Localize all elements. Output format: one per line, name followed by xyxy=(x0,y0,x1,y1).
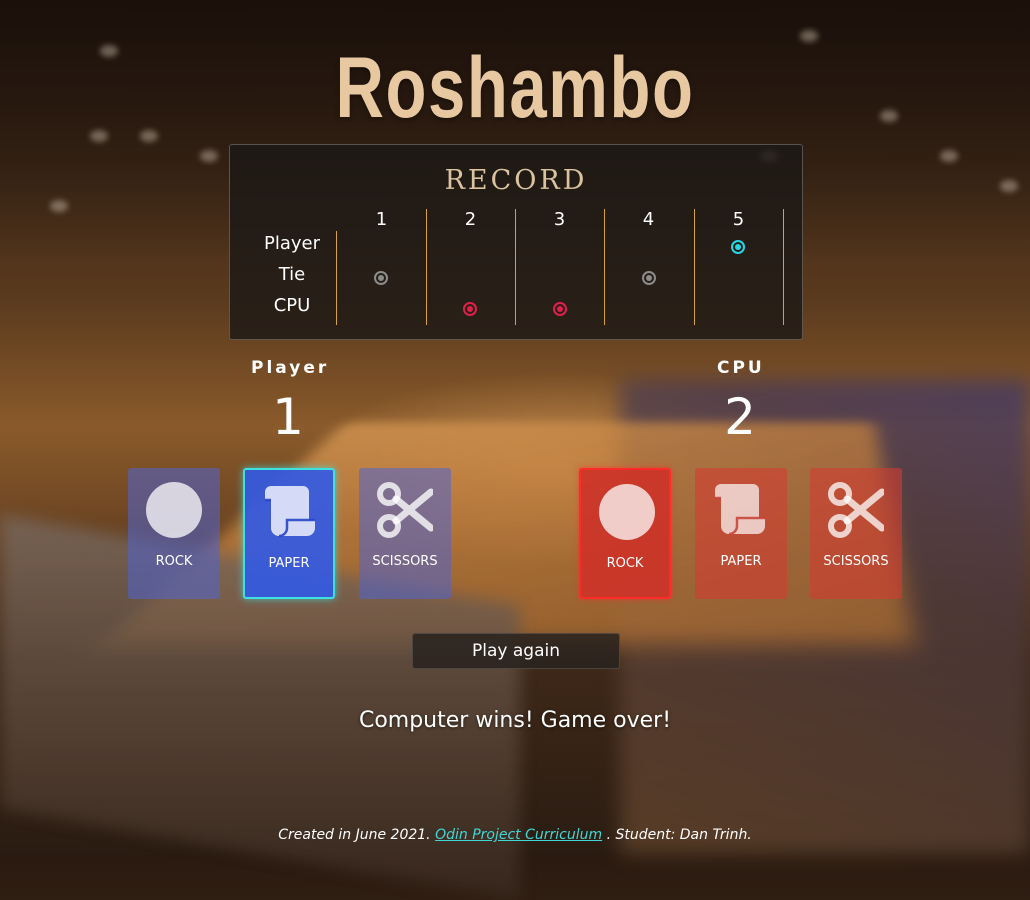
card-label: PAPER xyxy=(268,556,310,571)
odin-project-link[interactable]: Odin Project Curriculum xyxy=(435,827,602,843)
card-label: ROCK xyxy=(155,554,193,569)
row-label-cpu: CPU xyxy=(273,295,311,316)
cpu-paper-card: PAPER xyxy=(695,468,787,599)
round-5-header: 5 xyxy=(732,209,745,230)
round-3-cpu-marker xyxy=(553,302,567,316)
record-heading: RECORD xyxy=(444,165,588,196)
cpu-scissors-card: SCISSORS xyxy=(810,468,902,599)
round-3-header: 3 xyxy=(553,209,566,230)
player-paper-button[interactable]: PAPER xyxy=(243,468,335,599)
card-label: ROCK xyxy=(606,556,644,571)
player-rock-button[interactable]: ROCK xyxy=(128,468,220,599)
round-4-header: 4 xyxy=(642,209,655,230)
scissors-icon xyxy=(377,482,433,538)
footer-prefix: Created in June 2021. xyxy=(278,827,431,843)
card-label: SCISSORS xyxy=(823,554,889,569)
round-1-tie-marker xyxy=(374,271,388,285)
player-label: Player xyxy=(251,358,330,378)
cpu-label: CPU xyxy=(717,358,765,378)
scroll-icon xyxy=(265,486,315,538)
rock-icon xyxy=(599,484,655,540)
scroll-icon xyxy=(715,484,765,536)
play-again-button[interactable]: Play again xyxy=(412,633,620,669)
row-label-tie: Tie xyxy=(278,264,306,285)
round-2-cpu-marker xyxy=(463,302,477,316)
cpu-score: 2 xyxy=(724,388,756,446)
cpu-rock-card: ROCK xyxy=(579,468,671,599)
result-message: Computer wins! Game over! xyxy=(358,708,672,733)
game-title: Roshambo xyxy=(335,40,695,136)
record-panel: RECORD Player Tie CPU 1 2 3 4 5 xyxy=(229,144,803,340)
column-divider xyxy=(336,231,337,325)
column-divider xyxy=(783,209,784,325)
rock-icon xyxy=(146,482,202,538)
round-4-tie-marker xyxy=(642,271,656,285)
footer: Created in June 2021. Odin Project Curri… xyxy=(0,827,1030,843)
card-label: SCISSORS xyxy=(372,554,438,569)
footer-suffix: . Student: Dan Trinh. xyxy=(606,827,752,843)
row-label-player: Player xyxy=(263,233,320,254)
round-2-header: 2 xyxy=(464,209,477,230)
player-score: 1 xyxy=(272,388,304,446)
scissors-icon xyxy=(828,482,884,538)
card-label: PAPER xyxy=(720,554,762,569)
player-scissors-button[interactable]: SCISSORS xyxy=(359,468,451,599)
round-1-header: 1 xyxy=(375,209,388,230)
round-5-player-marker xyxy=(731,240,745,254)
